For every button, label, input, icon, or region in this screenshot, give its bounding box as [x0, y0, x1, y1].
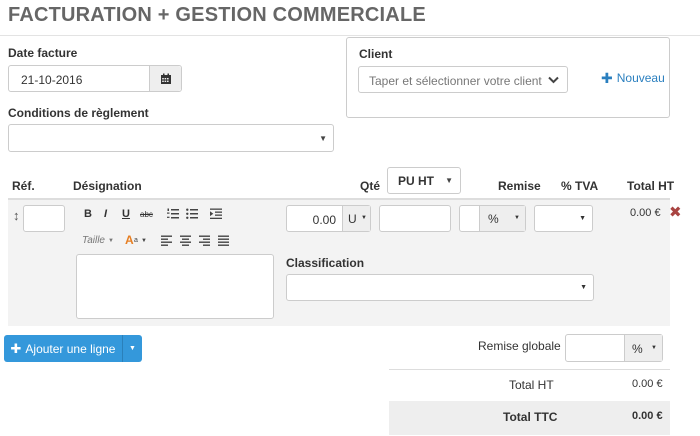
remise-globale-input[interactable]: % ▼ [565, 334, 663, 362]
unit-price-value: 0.00 [312, 213, 336, 227]
header-designation: Désignation [73, 179, 142, 193]
caret-down-icon: ▼ [141, 238, 147, 244]
date-label: Date facture [8, 46, 78, 60]
strikethrough-button[interactable]: abc [140, 210, 153, 219]
price-type-select[interactable]: PU HT ▼ [387, 167, 461, 194]
ordered-list-icon[interactable] [167, 208, 179, 220]
header-remise: Remise [498, 179, 541, 193]
totals-divider [389, 369, 670, 370]
total-ht-label: Total HT [509, 378, 554, 392]
tva-select[interactable]: ▼ [534, 205, 593, 232]
line-total: 0.00 € [630, 207, 661, 219]
caret-down-icon: ▼ [579, 215, 586, 222]
unit-value: U [348, 212, 357, 226]
remise-globale-unit-value: % [632, 342, 643, 356]
qty-input[interactable] [379, 205, 451, 232]
classification-label: Classification [286, 256, 365, 270]
drag-handle-icon[interactable]: ↕ [13, 208, 20, 223]
plus-icon: ✚ [10, 340, 22, 356]
date-value: 21-10-2016 [21, 73, 83, 87]
text-color-icon[interactable]: A [125, 233, 134, 247]
remise-globale-unit-select[interactable]: % ▼ [624, 335, 662, 361]
plus-icon: ✚ [601, 70, 613, 86]
new-client-link[interactable]: ✚ Nouveau [601, 71, 665, 85]
header-tva: % TVA [561, 179, 599, 193]
new-client-label: Nouveau [616, 71, 665, 85]
caret-down-icon: ▼ [514, 215, 520, 221]
classification-select[interactable]: ▼ [286, 274, 594, 301]
remise-unit-select[interactable]: % ▼ [479, 206, 525, 231]
total-ttc-label: Total TTC [503, 410, 558, 424]
price-type-value: PU HT [398, 174, 434, 188]
caret-down-icon: ▼ [319, 134, 327, 143]
caret-down-icon: ▼ [580, 284, 587, 291]
bold-button[interactable]: B [84, 208, 92, 220]
add-line-button-group: ✚ Ajouter une ligne ▼ [4, 335, 142, 362]
remise-globale-label: Remise globale [478, 339, 561, 353]
header-total: Total HT [627, 179, 675, 193]
designation-textarea[interactable] [76, 254, 274, 319]
client-label: Client [359, 47, 393, 61]
client-search-select[interactable]: Taper et sélectionner votre client [358, 66, 568, 93]
conditions-label: Conditions de règlement [8, 106, 149, 120]
date-field[interactable]: 21-10-2016 [8, 65, 182, 92]
add-line-dropdown-toggle[interactable]: ▼ [122, 335, 142, 362]
bullet-list-icon[interactable] [186, 208, 198, 220]
header-qty: Qté [360, 179, 381, 193]
calendar-icon [160, 73, 171, 84]
calendar-button[interactable] [149, 66, 181, 91]
unit-select[interactable]: U ▼ [342, 206, 370, 231]
header-ref: Réf. [12, 179, 35, 193]
remise-unit-value: % [488, 212, 499, 226]
align-justify-icon[interactable] [218, 235, 229, 246]
title-divider [0, 35, 700, 36]
caret-down-icon: ▼ [108, 238, 114, 244]
font-size-select[interactable]: Taille [82, 235, 105, 246]
align-right-icon[interactable] [199, 235, 210, 246]
client-placeholder: Taper et sélectionner votre client [369, 74, 542, 88]
caret-down-icon: ▼ [361, 215, 367, 221]
align-left-icon[interactable] [161, 235, 172, 246]
ref-input[interactable] [23, 205, 65, 232]
total-ttc-value: 0.00 € [632, 410, 663, 422]
align-center-icon[interactable] [180, 235, 191, 246]
caret-down-icon: ▼ [445, 176, 453, 185]
caret-down-icon: ▼ [129, 345, 136, 352]
indent-icon[interactable] [210, 208, 222, 220]
total-ht-value: 0.00 € [632, 378, 663, 390]
add-line-label: Ajouter une ligne [25, 341, 116, 356]
delete-line-icon[interactable]: ✖ [669, 203, 682, 221]
caret-down-icon: ▼ [651, 345, 657, 351]
page-title: FACTURATION + GESTION COMMERCIALE [8, 4, 426, 26]
remise-input[interactable]: % ▼ [459, 205, 526, 232]
italic-button[interactable]: I [104, 208, 107, 220]
chevron-down-icon [548, 76, 559, 84]
unit-price-input[interactable]: 0.00 U ▼ [286, 205, 371, 232]
conditions-select[interactable]: ▼ [8, 124, 334, 152]
underline-button[interactable]: U [122, 208, 130, 220]
add-line-button[interactable]: ✚ Ajouter une ligne [4, 335, 122, 362]
